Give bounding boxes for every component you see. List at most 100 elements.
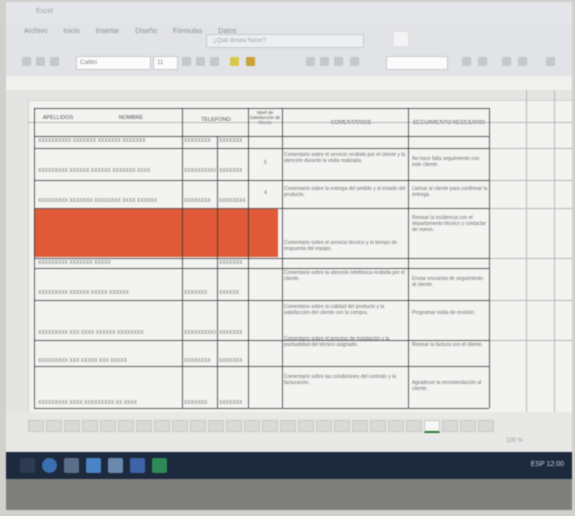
cell-phone[interactable]: XXXXXXXXXX — [184, 330, 216, 336]
cell-followup[interactable]: Enviar encuesta de seguimiento al client… — [412, 276, 488, 296]
sheet-tab[interactable] — [46, 420, 62, 432]
cell-comment[interactable]: Comentario sobre las condiciones del con… — [284, 374, 406, 394]
tab-archivo[interactable]: Archivo — [24, 28, 47, 35]
cell-phone-2[interactable]: XXXXXXX — [219, 260, 251, 266]
sheet-tab[interactable] — [478, 420, 494, 432]
insert-cells-icon[interactable] — [502, 57, 511, 66]
align-center-icon[interactable] — [320, 57, 329, 66]
sheet-tab[interactable] — [370, 420, 386, 432]
share-icon[interactable] — [394, 32, 408, 46]
cell-name[interactable]: XXXXXXXXXX XXXXXXX XXXXXXX XXXXXXX — [38, 138, 178, 144]
cell-comment[interactable]: Comentario sobre la atención telefónica … — [284, 270, 406, 290]
cell-name[interactable]: XXXXXXXXX XXX XXXX XXXXXX XXXXXXXX — [38, 330, 178, 336]
italic-icon[interactable] — [196, 57, 205, 66]
system-tray[interactable]: ESP 12:00 — [531, 461, 564, 468]
delete-cells-icon[interactable] — [518, 57, 527, 66]
cell-name[interactable]: XXXXXXXXX XXXXXX XXXXX XXXXXX — [38, 290, 178, 296]
number-format-select[interactable] — [386, 56, 448, 70]
cell-phone[interactable]: XXXXXXXX — [184, 198, 216, 204]
formula-bar[interactable] — [6, 76, 572, 91]
cell-comment[interactable]: Comentario sobre el servicio técnico y e… — [284, 240, 406, 260]
cell-phone-2[interactable]: XXXXXXX — [219, 138, 251, 144]
cell-phone[interactable]: XXXXXXXX — [184, 138, 216, 144]
cell-phone-2[interactable]: XXXXXXX — [219, 400, 251, 406]
sheet-tab[interactable] — [460, 420, 476, 432]
store-icon[interactable] — [130, 458, 145, 473]
sheet-tab[interactable] — [64, 420, 80, 432]
cell-comment[interactable]: Comentario sobre el servicio recibido po… — [284, 152, 406, 178]
align-right-icon[interactable] — [334, 57, 343, 66]
sheet-tab[interactable] — [334, 420, 350, 432]
cell-phone-2[interactable]: XXXXXX — [219, 290, 251, 296]
sheet-tab[interactable] — [244, 420, 260, 432]
sheet-tab[interactable] — [190, 420, 206, 432]
sheet-tab[interactable] — [28, 420, 44, 432]
format-table-icon[interactable] — [478, 57, 487, 66]
sheet-tab[interactable] — [352, 420, 368, 432]
tab-formulas[interactable]: Fórmulas — [173, 28, 202, 35]
sheet-tab[interactable] — [172, 420, 188, 432]
sheet-tab[interactable] — [154, 420, 170, 432]
file-explorer-icon[interactable] — [108, 458, 123, 473]
sheet-tab[interactable] — [316, 420, 332, 432]
edge-icon[interactable] — [86, 458, 101, 473]
sheet-tab[interactable] — [136, 420, 152, 432]
align-left-icon[interactable] — [306, 57, 315, 66]
search-icon[interactable] — [42, 458, 57, 473]
tab-diseno[interactable]: Diseño — [135, 28, 157, 35]
cell-rating[interactable]: 5 — [264, 160, 272, 166]
cell-phone[interactable]: XXXXXXXX — [184, 358, 216, 364]
cell-name[interactable]: XXXXXXXXX XXX XXXXX XXX XXXXX — [38, 358, 178, 364]
cell-phone[interactable]: XXXXXXXXXX — [184, 168, 216, 174]
cut-icon[interactable] — [36, 57, 45, 66]
conditional-format-icon[interactable] — [462, 57, 471, 66]
fill-color-icon[interactable] — [230, 57, 239, 66]
cell-name[interactable]: XXXXXXXXX XXXXXXX XXXXXXXX XXXX XXXXXX — [38, 198, 178, 204]
cell-phone[interactable]: XXXXXXX — [184, 290, 216, 296]
font-color-icon[interactable] — [246, 57, 255, 66]
cell-name[interactable]: XXXXXXXXX XXXXXX XXXXXX XXXXXXX XXXX — [38, 168, 178, 174]
sheet-tab[interactable] — [82, 420, 98, 432]
sort-filter-icon[interactable] — [546, 57, 555, 66]
cell-comment[interactable]: Comentario sobre la calidad del producto… — [284, 304, 406, 324]
spreadsheet-grid[interactable]: APELLIDOS NOMBRE TELEFONO Nivel de Satis… — [6, 90, 572, 412]
cell-followup[interactable]: Revisar la factura con el cliente. — [412, 342, 488, 362]
cell-followup[interactable]: Llamar al cliente para confirmar la entr… — [412, 186, 488, 206]
cell-followup[interactable]: Revisar la incidencia con el departament… — [412, 215, 488, 255]
sheet-tab[interactable] — [262, 420, 278, 432]
highlighted-cell-range[interactable] — [34, 209, 278, 257]
excel-icon[interactable] — [152, 458, 167, 473]
cell-followup[interactable]: Agradecer la recomendación al cliente. — [412, 380, 488, 400]
cell-rating[interactable]: 4 — [264, 190, 272, 196]
sheet-tab[interactable] — [298, 420, 314, 432]
cell-name[interactable]: XXXXXXXXX XXXXXXX XXXXX — [38, 260, 178, 266]
font-name-select[interactable]: Calibri — [76, 56, 151, 70]
underline-icon[interactable] — [210, 57, 219, 66]
tab-insertar[interactable]: Insertar — [96, 28, 120, 35]
cell-phone-2[interactable]: XXXXXXX — [219, 168, 251, 174]
sheet-tab[interactable] — [226, 420, 242, 432]
task-view-icon[interactable] — [64, 458, 79, 473]
cell-comment[interactable]: Comentario sobre el proceso de instalaci… — [284, 336, 406, 356]
sheet-tab[interactable] — [118, 420, 134, 432]
sheet-tab[interactable] — [442, 420, 458, 432]
cell-phone-2[interactable]: XXXXXXX — [219, 330, 251, 336]
sheet-tab-active[interactable] — [424, 420, 440, 433]
sheet-tab[interactable] — [406, 420, 422, 432]
copy-icon[interactable] — [50, 57, 59, 66]
cell-name[interactable]: XXXXXXXXX XXXX XXXXXXXXX XX XXXX — [38, 400, 178, 406]
tab-inicio[interactable]: Inicio — [63, 28, 79, 35]
cell-comment[interactable]: Comentario sobre la entrega del pedido y… — [284, 186, 406, 206]
font-size-select[interactable]: 11 — [153, 56, 178, 70]
wrap-text-icon[interactable] — [350, 57, 359, 66]
cell-phone-2[interactable]: XXXXXXX — [219, 358, 251, 364]
cell-followup[interactable]: Programar visita de revisión. — [412, 310, 488, 330]
cell-followup[interactable]: No hace falta seguimiento con este clien… — [412, 156, 488, 176]
sheet-tab[interactable] — [100, 420, 116, 432]
cell-phone[interactable]: XXXXXXX — [184, 400, 216, 406]
start-icon[interactable] — [20, 458, 35, 473]
paste-icon[interactable] — [22, 57, 31, 66]
sheet-tab[interactable] — [388, 420, 404, 432]
bold-icon[interactable] — [182, 57, 191, 66]
sheet-tab[interactable] — [280, 420, 296, 432]
